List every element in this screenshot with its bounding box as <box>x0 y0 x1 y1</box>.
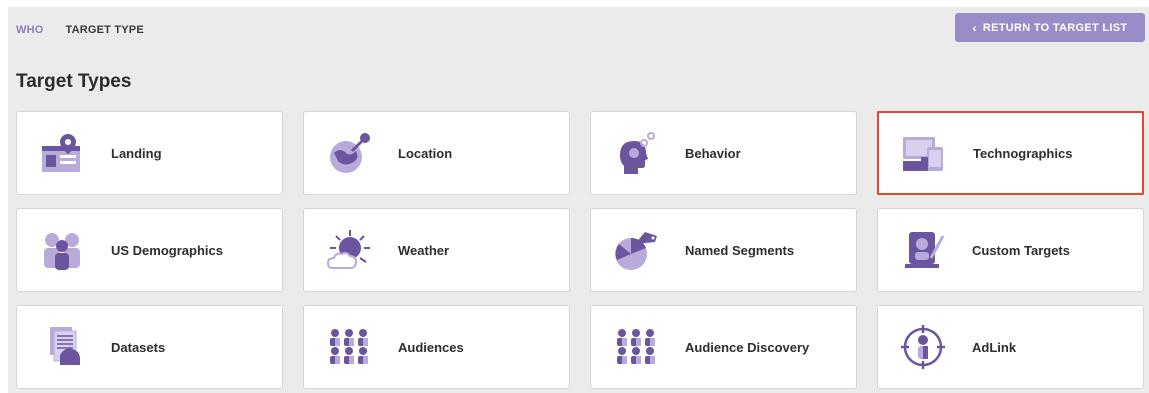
card-label: Landing <box>111 145 162 161</box>
breadcrumb-who-link[interactable]: WHO <box>16 24 43 36</box>
audience-discovery-icon <box>611 322 661 372</box>
page-title: Target Types <box>16 71 132 92</box>
card-label: Behavior <box>685 145 741 161</box>
return-button-label: RETURN TO TARGET LIST <box>982 21 1128 34</box>
card-audience-discovery[interactable]: Audience Discovery <box>590 305 857 389</box>
card-label: Named Segments <box>685 242 795 258</box>
chevron-left-icon: ‹ <box>972 20 977 35</box>
card-us-demographics[interactable]: US Demographics <box>16 208 283 292</box>
card-behavior[interactable]: Behavior <box>590 111 857 195</box>
custom-targets-icon <box>898 225 948 275</box>
card-weather[interactable]: Weather <box>303 208 570 292</box>
adlink-icon <box>898 322 948 372</box>
card-landing[interactable]: Landing <box>16 111 283 195</box>
card-label: Location <box>398 145 453 161</box>
datasets-document-icon <box>37 322 87 372</box>
main-panel: WHO TARGET TYPE ‹ RETURN TO TARGET LIST … <box>8 7 1149 393</box>
devices-icon <box>899 128 949 178</box>
target-type-grid: Landing Location Behavior Technographics… <box>16 111 1144 389</box>
card-named-segments[interactable]: Named Segments <box>590 208 857 292</box>
card-label: Audiences <box>398 339 464 355</box>
card-custom-targets[interactable]: Custom Targets <box>877 208 1144 292</box>
card-label: Weather <box>398 242 450 258</box>
card-label: Technographics <box>973 145 1073 161</box>
card-label: Datasets <box>111 339 166 355</box>
breadcrumb: WHO TARGET TYPE <box>16 24 144 36</box>
card-location[interactable]: Location <box>303 111 570 195</box>
behavior-head-icon <box>611 128 661 178</box>
demographics-people-icon <box>37 225 87 275</box>
card-label: Audience Discovery <box>685 339 810 355</box>
named-segments-pie-icon <box>611 225 661 275</box>
location-globe-icon <box>324 128 374 178</box>
breadcrumb-current: TARGET TYPE <box>65 24 144 36</box>
card-label: AdLink <box>972 339 1017 355</box>
card-audiences[interactable]: Audiences <box>303 305 570 389</box>
card-datasets[interactable]: Datasets <box>16 305 283 389</box>
return-to-target-list-button[interactable]: ‹ RETURN TO TARGET LIST <box>955 13 1145 42</box>
weather-sun-cloud-icon <box>324 225 374 275</box>
landing-page-icon <box>37 128 87 178</box>
audiences-icon <box>324 322 374 372</box>
card-adlink[interactable]: AdLink <box>877 305 1144 389</box>
card-label: US Demographics <box>111 242 223 258</box>
card-technographics[interactable]: Technographics <box>877 111 1144 195</box>
card-label: Custom Targets <box>972 242 1070 258</box>
